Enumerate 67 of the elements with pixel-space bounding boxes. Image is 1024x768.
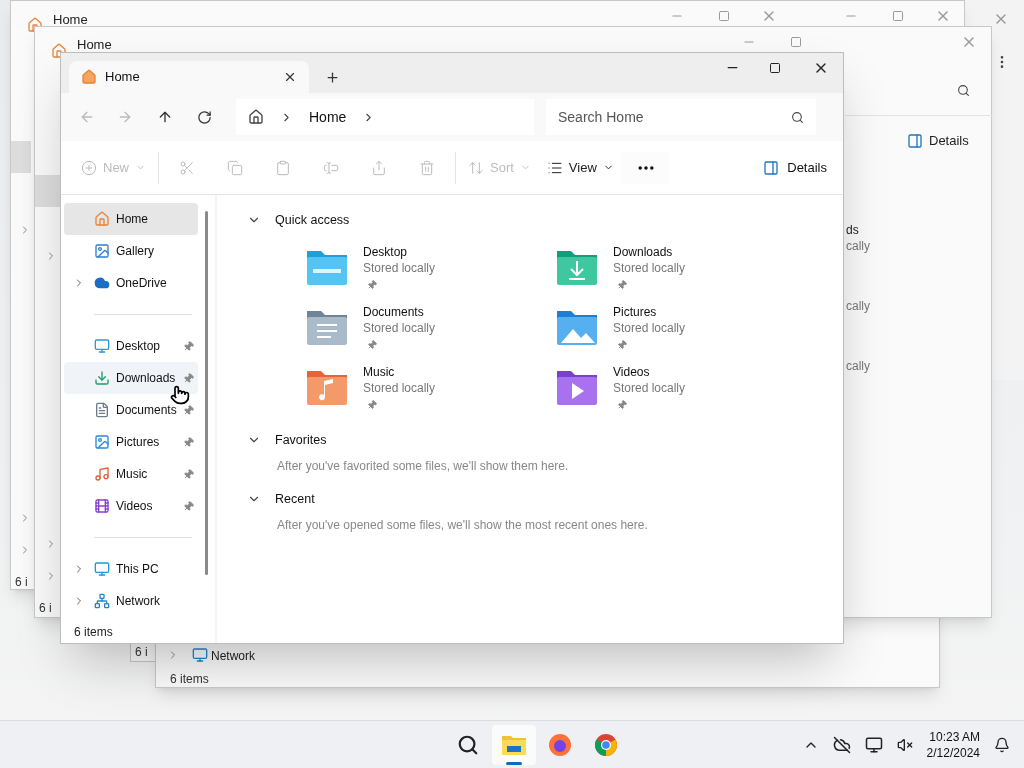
item-subtitle: cally [846,238,870,254]
details-button[interactable]: Details [763,157,827,178]
sidebar-label: OneDrive [116,275,168,292]
sidebar-label: Videos [116,498,154,515]
clock[interactable]: 10:23 AM 2/12/2024 [926,728,980,761]
sidebar-item[interactable]: Network [64,585,198,617]
sidebar-item[interactable]: This PC [64,553,198,585]
folder-tile[interactable]: Desktop Stored locally [305,244,555,296]
sidebar-item: Network [211,648,255,665]
section-title: Favorites [275,431,327,449]
search-box[interactable]: Search Home [546,99,816,135]
sidebar-item[interactable]: Music [64,458,198,490]
sidebar-label: Network [116,593,161,610]
sidebar-item[interactable]: Downloads [64,362,198,394]
empty-message: After you've opened some files, we'll show the most recent ones here. [277,517,649,534]
folder-subtitle: Stored locally [613,380,686,396]
folder-name: Pictures [613,304,658,320]
sidebar-label: Gallery [116,243,155,260]
sidebar-item[interactable]: OneDrive [64,267,198,299]
item-subtitle: cally [846,358,870,374]
folder-tile[interactable]: Videos Stored locally [555,364,805,416]
folder-name: Documents [363,304,425,320]
status-text: 6 i [15,574,28,591]
search-field[interactable]: Search Home [558,106,791,128]
tab-title: Home [105,68,141,87]
status-text: 6 items [170,671,209,688]
view-button[interactable]: View [538,151,622,184]
sidebar-item[interactable]: Documents [64,394,198,426]
breadcrumb-item[interactable]: Home [309,106,347,128]
folder-name: Downloads [613,244,674,260]
tab-title: Home [53,11,88,29]
folder-tile[interactable]: Music Stored locally [305,364,555,416]
folder-subtitle: Stored locally [613,260,686,276]
folder-subtitle: Stored locally [613,320,686,336]
folder-tile[interactable]: Documents Stored locally [305,304,555,356]
status-text: 6 i [39,600,52,617]
folder-name: Videos [613,364,651,380]
section-title: Recent [275,490,315,508]
sidebar-label: Music [116,466,149,483]
folder-name: Music [363,364,396,380]
sidebar-item[interactable]: Home [64,203,198,235]
item-subtitle: cally [846,298,870,314]
tab[interactable]: Home [69,61,309,93]
folder-subtitle: Stored locally [363,260,436,276]
sidebar-label: Home [116,211,149,228]
tab-title: Home [77,36,112,54]
sidebar-item[interactable]: Desktop [64,330,198,362]
sidebar-label: Downloads [116,370,177,387]
item-name: ds [846,222,860,238]
status-text: 6 items [74,624,113,641]
sidebar-item[interactable]: Videos [64,490,198,522]
folder-subtitle: Stored locally [363,320,436,336]
sidebar-label: This PC [116,561,160,578]
section-title: Quick access [275,211,350,229]
folder-name: Desktop [363,244,409,260]
sidebar-item[interactable]: Pictures [64,426,198,458]
sidebar-label: Pictures [116,434,161,451]
folder-subtitle: Stored locally [363,380,436,396]
sidebar-label: Documents [116,402,178,419]
address-bar[interactable]: Home [236,99,534,135]
details-button[interactable]: Details [907,131,969,151]
folder-tile[interactable]: Downloads Stored locally [555,244,805,296]
empty-message: After you've favorited some files, we'll show them here. [277,458,570,475]
status-text: 6 i [135,644,148,661]
sidebar-label: Desktop [116,338,162,355]
folder-tile[interactable]: Pictures Stored locally [555,304,805,356]
sidebar-item[interactable]: Gallery [64,235,198,267]
